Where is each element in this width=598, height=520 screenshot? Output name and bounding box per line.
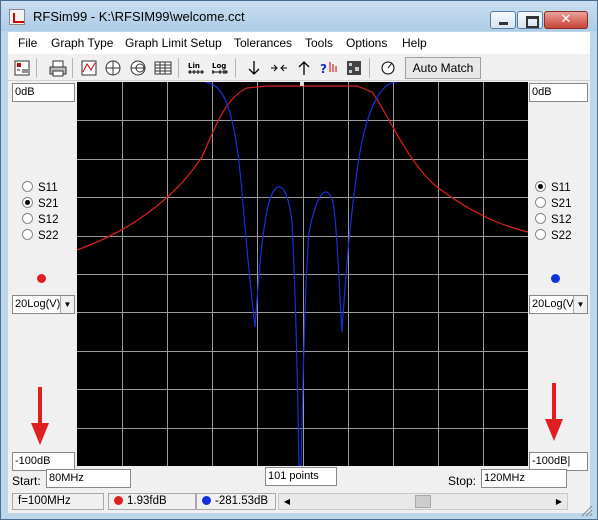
window-title: RFSim99 - K:\RFSIM99\welcome.cct [33,9,245,24]
down-arrow-icon[interactable] [244,58,264,78]
table-icon[interactable] [153,58,173,78]
radio-label: S12 [38,214,59,226]
left-format-value: 20Log(V) [15,298,61,310]
log-scale-label: Log [212,62,226,70]
graph-area[interactable] [76,81,529,467]
right-trace-value: -281.53dB [215,495,269,507]
right-format-value: 20Log(V) [532,298,578,310]
stop-frequency-field[interactable]: 120MHz [481,469,567,488]
toolbar: Lin Log ? Auto Match [8,55,590,81]
radio-icon [22,213,33,224]
scroll-thumb[interactable] [415,495,431,508]
left-radio-s12[interactable]: S12 [22,212,58,228]
radio-icon [22,197,33,208]
minimize-button[interactable] [490,11,516,29]
menu-graph-limit-setup[interactable]: Graph Limit Setup [125,36,222,50]
svg-text:?: ? [320,62,327,76]
menu-graph-type[interactable]: Graph Type [51,36,113,50]
left-radio-s22[interactable]: S22 [22,228,58,244]
points-field[interactable]: 101 points [265,467,337,486]
menu-tools[interactable]: Tools [305,36,333,50]
menu-file[interactable]: File [18,36,37,50]
toolbar-separator [178,58,179,78]
left-radio-s11[interactable]: S11 [22,180,58,196]
radio-label: S11 [551,182,571,194]
left-trace-readout: 1.93fdB [108,493,196,510]
right-top-limit-field[interactable]: 0dB [529,83,588,102]
response-graph [76,81,529,467]
close-button[interactable]: ✕ [544,11,588,29]
radio-icon [535,197,546,208]
stop-label: Stop: [448,474,477,488]
client-area: File Graph Type Graph Limit Setup Tolera… [8,32,590,513]
status-bar: f=100MHz 1.93fdB -281.53dB ◀ ▶ [8,491,590,511]
menu-options[interactable]: Options [346,36,387,50]
graph-icon[interactable] [79,58,99,78]
log-scale-icon[interactable]: Log [210,58,230,78]
menu-bar: File Graph Type Graph Limit Setup Tolera… [8,32,590,54]
title-bar[interactable]: RFSim99 - K:\RFSIM99\welcome.cct ✕ [1,1,597,31]
right-format-select[interactable]: 20Log(V) ▼ [529,295,588,314]
right-trace-color-icon [551,274,560,283]
red-trace-line [76,85,529,251]
toolbar-separator [369,58,370,78]
start-label: Start: [12,474,41,488]
radio-label: S22 [38,230,59,242]
help-icon[interactable]: ? [319,58,339,78]
left-arrow-down-icon [31,387,49,445]
component-icon[interactable] [344,58,364,78]
red-dot-icon [114,496,123,505]
scroll-right-arrow-icon[interactable]: ▶ [551,494,567,509]
close-icon: ✕ [560,11,572,26]
right-radio-s11[interactable]: S11 [535,180,571,196]
tune-icon[interactable] [378,58,398,78]
marker-icon[interactable] [300,82,304,86]
linear-scale-icon[interactable]: Lin [186,58,206,78]
maximize-button[interactable] [517,11,543,29]
radio-label: S21 [38,198,59,210]
print-icon[interactable] [48,58,68,78]
resize-grip-icon[interactable] [579,503,593,517]
radio-icon [22,181,33,192]
right-radio-s22[interactable]: S22 [535,228,571,244]
toolbar-separator [72,58,73,78]
right-radio-s21[interactable]: S21 [535,196,571,212]
radio-icon [22,229,33,240]
left-trace-value: 1.93fdB [127,495,167,507]
radio-icon [535,213,546,224]
menu-tolerances[interactable]: Tolerances [234,36,292,50]
linear-scale-label: Lin [188,62,200,70]
frequency-readout: f=100MHz [12,493,104,510]
radio-icon [535,181,546,192]
right-radio-s12[interactable]: S12 [535,212,571,228]
smith-chart-icon[interactable] [128,58,148,78]
menu-help[interactable]: Help [402,36,427,50]
right-arrow-down-icon [545,383,563,441]
chevron-down-icon: ▼ [60,296,74,313]
start-frequency-field[interactable]: 80MHz [46,469,131,488]
toolbar-separator [36,58,37,78]
save-schematic-icon[interactable] [12,58,32,78]
scroll-left-arrow-icon[interactable]: ◀ [279,494,295,509]
chevron-down-icon: ▼ [573,296,587,313]
polar-icon[interactable] [103,58,123,78]
blue-dot-icon [202,496,211,505]
zoom-in-icon[interactable] [269,58,289,78]
radio-label: S11 [38,182,58,194]
left-format-select[interactable]: 20Log(V) ▼ [12,295,75,314]
left-top-limit-field[interactable]: 0dB [12,83,75,102]
app-window: RFSim99 - K:\RFSIM99\welcome.cct ✕ File … [0,0,598,520]
radio-label: S22 [551,230,572,242]
up-arrow-icon[interactable] [294,58,314,78]
left-trace-color-icon [37,274,46,283]
app-icon[interactable] [9,9,25,25]
auto-match-button[interactable]: Auto Match [405,57,481,79]
radio-label: S21 [551,198,572,210]
radio-label: S12 [551,214,572,226]
radio-icon [535,229,546,240]
left-radio-s21[interactable]: S21 [22,196,58,212]
frequency-scrollbar[interactable]: ◀ ▶ [278,493,568,510]
right-trace-readout: -281.53dB [196,493,276,510]
toolbar-separator [235,58,236,78]
